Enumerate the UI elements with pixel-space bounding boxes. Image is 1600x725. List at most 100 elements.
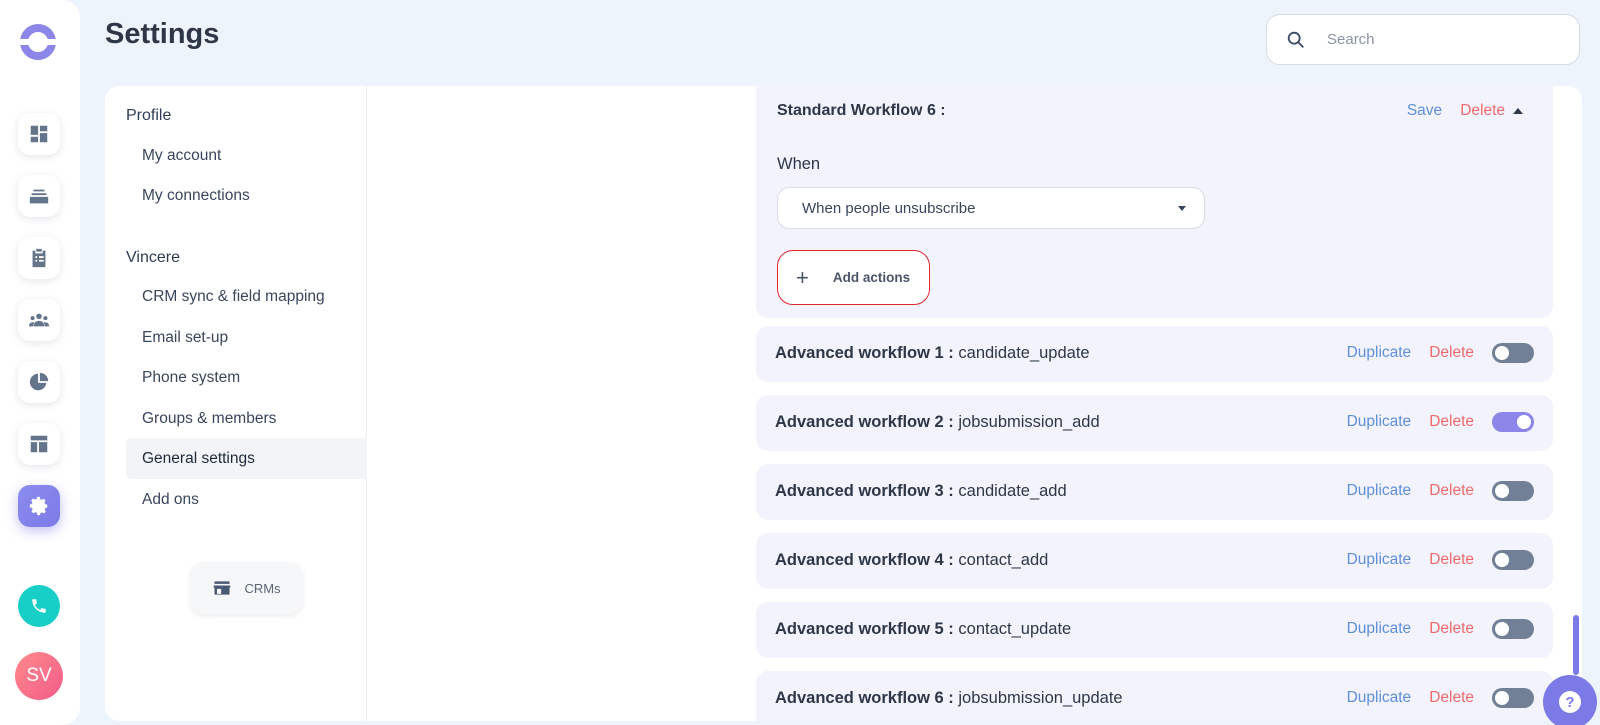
workflow-event: contact_update (958, 620, 1072, 638)
search-input[interactable] (1327, 31, 1547, 48)
nav-item-label: My connections (142, 186, 250, 204)
clipboard-nav-button[interactable] (18, 237, 60, 279)
nav-item-crm-sync[interactable]: CRM sync & field mapping (126, 276, 367, 317)
clipboard-icon (32, 248, 46, 268)
delete-button[interactable]: Delete (1429, 413, 1474, 431)
duplicate-button[interactable]: Duplicate (1347, 413, 1412, 431)
workflow-list: Standard Workflow 6 : Save Delete When W… (756, 86, 1553, 721)
duplicate-button[interactable]: Duplicate (1347, 689, 1412, 707)
settings-side-nav: Profile My account My connections Vincer… (105, 86, 367, 721)
when-label: When (777, 155, 821, 173)
icon-rail: SV (0, 0, 80, 725)
crms-button[interactable]: CRMs (190, 562, 303, 614)
trigger-select-value: When people unsubscribe (802, 199, 976, 217)
workflow-row[interactable]: Advanced workflow 2 : jobsubmission_add … (756, 395, 1553, 451)
settings-nav-button[interactable] (18, 485, 60, 527)
workflow-name: Advanced workflow 2 : (775, 413, 954, 431)
nav-item-label: Add ons (142, 490, 199, 508)
workflow-name: Advanced workflow 4 : (775, 551, 954, 569)
nav-group-profile: Profile (126, 107, 172, 124)
app-logo-icon[interactable] (18, 22, 58, 62)
pie-chart-icon (29, 372, 49, 391)
people-icon (28, 313, 50, 327)
workflow-name: Advanced workflow 1 : (775, 344, 954, 362)
avatar-initials: SV (26, 665, 52, 686)
add-actions-label: Add actions (832, 270, 911, 285)
workflow-toggle[interactable] (1492, 343, 1534, 363)
delete-button[interactable]: Delete (1429, 344, 1474, 362)
search-icon (1287, 31, 1304, 48)
save-button[interactable]: Save (1407, 102, 1442, 120)
dashboard-nav-button[interactable] (18, 113, 60, 155)
nav-item-label: My account (142, 146, 222, 164)
workflow-row[interactable]: Advanced workflow 1 : candidate_update D… (756, 326, 1553, 382)
nav-item-email-setup[interactable]: Email set-up (126, 317, 367, 358)
workflow-name: Advanced workflow 5 : (775, 620, 954, 638)
nav-item-label: CRM sync & field mapping (142, 287, 325, 305)
duplicate-button[interactable]: Duplicate (1347, 482, 1412, 500)
stack-icon (29, 189, 49, 204)
workflow-event: candidate_update (958, 344, 1090, 362)
delete-button[interactable]: Delete (1460, 102, 1505, 120)
standard-workflow-title: Standard Workflow 6 : (777, 102, 946, 119)
dashboard-icon (30, 125, 48, 143)
delete-button[interactable]: Delete (1429, 482, 1474, 500)
workflow-row[interactable]: Advanced workflow 5 : contact_update Dup… (756, 602, 1553, 658)
collapse-caret-icon[interactable] (1513, 108, 1523, 114)
standard-workflow-actions: Save Delete (1407, 102, 1523, 120)
help-icon: ? (1559, 691, 1581, 713)
people-nav-button[interactable] (18, 299, 60, 341)
chevron-down-icon (1178, 206, 1186, 211)
workflow-event: jobsubmission_add (958, 413, 1100, 431)
user-avatar[interactable]: SV (15, 652, 63, 700)
duplicate-button[interactable]: Duplicate (1347, 551, 1412, 569)
delete-button[interactable]: Delete (1429, 551, 1474, 569)
gear-icon (29, 496, 48, 516)
workflow-event: contact_add (958, 551, 1049, 569)
workflow-name: Advanced workflow 6 : (775, 689, 954, 707)
workflow-event: jobsubmission_update (958, 689, 1123, 707)
workflow-toggle[interactable] (1492, 481, 1534, 501)
nav-item-my-account[interactable]: My account (126, 135, 367, 176)
scrollbar-thumb[interactable] (1573, 615, 1579, 675)
nav-item-groups-members[interactable]: Groups & members (126, 398, 367, 439)
workflow-toggle[interactable] (1492, 688, 1534, 708)
phone-button[interactable] (18, 585, 60, 627)
workflow-event: candidate_add (958, 482, 1067, 500)
add-actions-button[interactable]: + Add actions (777, 250, 930, 305)
nav-item-phone-system[interactable]: Phone system (126, 357, 367, 398)
crms-button-label: CRMs (244, 580, 281, 596)
workflow-toggle[interactable] (1492, 412, 1534, 432)
nav-item-label: General settings (142, 449, 255, 467)
store-icon (214, 581, 231, 595)
layout-nav-button[interactable] (18, 423, 60, 465)
standard-workflow-panel: Standard Workflow 6 : Save Delete When W… (756, 86, 1553, 318)
workflow-name: Advanced workflow 3 : (775, 482, 954, 500)
search-box[interactable] (1266, 14, 1580, 65)
analytics-nav-button[interactable] (18, 361, 60, 403)
workflow-row[interactable]: Advanced workflow 6 : jobsubmission_upda… (756, 671, 1553, 721)
duplicate-button[interactable]: Duplicate (1347, 344, 1412, 362)
phone-icon (32, 599, 46, 613)
plus-icon: + (796, 264, 809, 290)
nav-item-general-settings[interactable]: General settings (126, 438, 367, 479)
layout-icon (30, 435, 48, 453)
page-title: Settings (105, 18, 220, 50)
settings-card: Profile My account My connections Vincer… (105, 86, 1582, 721)
nav-item-add-ons[interactable]: Add ons (126, 479, 367, 520)
stack-nav-button[interactable] (18, 175, 60, 217)
delete-button[interactable]: Delete (1429, 620, 1474, 638)
delete-button[interactable]: Delete (1429, 689, 1474, 707)
nav-item-my-connections[interactable]: My connections (126, 175, 367, 216)
nav-item-label: Groups & members (142, 409, 277, 427)
nav-item-label: Phone system (142, 368, 241, 386)
help-button[interactable]: ? (1543, 675, 1597, 725)
duplicate-button[interactable]: Duplicate (1347, 620, 1412, 638)
workflow-toggle[interactable] (1492, 550, 1534, 570)
trigger-select[interactable]: When people unsubscribe (777, 187, 1205, 229)
workflow-row[interactable]: Advanced workflow 3 : candidate_add Dupl… (756, 464, 1553, 520)
nav-group-vincere: Vincere (126, 249, 180, 266)
workflow-toggle[interactable] (1492, 619, 1534, 639)
workflow-row[interactable]: Advanced workflow 4 : contact_add Duplic… (756, 533, 1553, 589)
nav-item-label: Email set-up (142, 328, 229, 346)
